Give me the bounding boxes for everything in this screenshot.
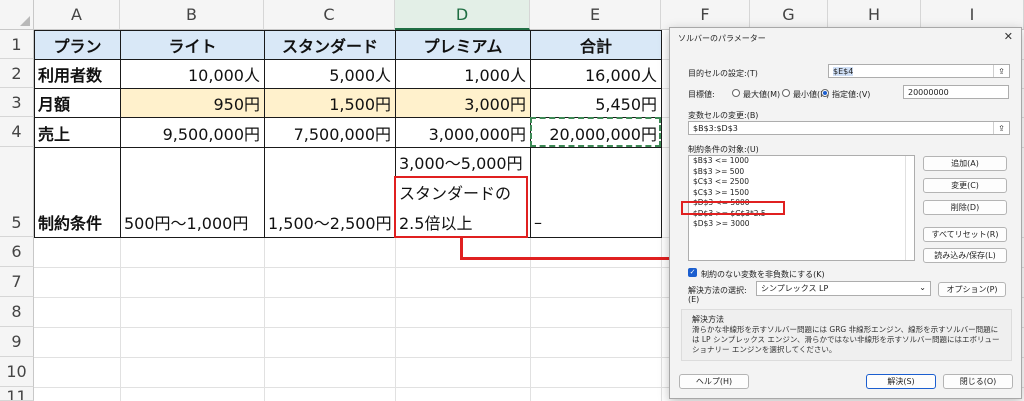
method-select[interactable]: シンプレックス LP ⌄ xyxy=(756,281,931,296)
radio-max[interactable] xyxy=(732,89,740,97)
cell-b1[interactable]: ライト xyxy=(121,31,264,59)
cell-a4[interactable]: 売上 xyxy=(35,118,120,147)
constraint-item[interactable]: $B$3 >= 500 xyxy=(689,167,914,178)
cell-d2[interactable]: 1,000人 xyxy=(396,60,530,88)
variable-cells-value: $B$3:$D$3 xyxy=(693,123,738,133)
cell-c1[interactable]: スタンダード xyxy=(265,31,395,59)
cell-a5[interactable]: 制約条件 xyxy=(35,208,120,236)
constraint-item[interactable]: $C$3 >= 1500 xyxy=(689,188,914,199)
reset-all-button[interactable]: すべてリセット(R) xyxy=(923,227,1007,242)
column-header-f[interactable]: F xyxy=(661,0,750,30)
cell-d1[interactable]: プレミアム xyxy=(396,31,530,59)
constraint-item[interactable]: $C$3 <= 2500 xyxy=(689,177,914,188)
table-border xyxy=(34,59,662,60)
table-border xyxy=(120,30,121,237)
solve-button[interactable]: 解決(S) xyxy=(866,374,936,389)
cell-d5-line1[interactable]: 3,000〜5,000円 xyxy=(396,148,530,176)
nonnegative-checkbox[interactable]: ✓ xyxy=(688,268,697,277)
method-label-key: (E) xyxy=(688,295,700,304)
solver-parameters-dialog: ソルバーのパラメーター ✕ 目的セルの設定:(T) $E$4 ⇪ 目標値: 最大… xyxy=(669,27,1022,399)
cell-b5[interactable]: 500円〜1,000円 xyxy=(121,208,264,236)
row-header-4[interactable]: 4 xyxy=(0,117,34,147)
load-save-button[interactable]: 読み込み/保存(L) xyxy=(923,248,1007,263)
cell-c3[interactable]: 1,500円 xyxy=(265,89,395,117)
column-header-e[interactable]: E xyxy=(530,0,661,30)
column-header-a[interactable]: A xyxy=(34,0,120,30)
radio-value[interactable] xyxy=(821,89,829,97)
nonnegative-label: 制約のない変数を非負数にする(K) xyxy=(701,270,825,279)
objective-cell-field[interactable]: $E$4 ⇪ xyxy=(828,64,1010,78)
row-header-9[interactable]: 9 xyxy=(0,327,34,357)
row-header-8[interactable]: 8 xyxy=(0,297,34,327)
highlight-box-constraint xyxy=(681,201,785,215)
change-button[interactable]: 変更(C) xyxy=(923,178,1007,193)
highlight-box-d5 xyxy=(394,176,528,238)
column-header-i[interactable]: I xyxy=(921,0,1024,30)
row-header-11[interactable]: 11 xyxy=(0,387,34,401)
cell-c4[interactable]: 7,500,000円 xyxy=(265,118,395,147)
gridline xyxy=(661,30,662,401)
cell-a3[interactable]: 月額 xyxy=(35,89,120,117)
target-value-input[interactable]: 20000000 xyxy=(903,85,1009,99)
cell-b3[interactable]: 950円 xyxy=(121,89,264,117)
collapse-dialog-icon[interactable]: ⇪ xyxy=(993,122,1009,134)
cell-b4[interactable]: 9,500,000円 xyxy=(121,118,264,147)
cell-e3[interactable]: 5,450円 xyxy=(531,89,661,117)
variable-cells-label: 変数セルの変更:(B) xyxy=(688,111,759,120)
cell-d4[interactable]: 3,000,000円 xyxy=(396,118,530,147)
cell-a1[interactable]: プラン xyxy=(35,31,120,59)
cell-c5[interactable]: 1,500〜2,500円 xyxy=(265,208,395,236)
cell-e5[interactable]: – xyxy=(531,208,661,236)
row-header-5[interactable]: 5 xyxy=(0,147,34,237)
close-icon[interactable]: ✕ xyxy=(1004,30,1013,43)
objective-label: 目的セルの設定:(T) xyxy=(688,69,758,78)
cell-c2[interactable]: 5,000人 xyxy=(265,60,395,88)
chevron-down-icon: ⌄ xyxy=(919,283,926,292)
column-header-h[interactable]: H xyxy=(828,0,921,30)
row-header-3[interactable]: 3 xyxy=(0,88,34,117)
column-header-c[interactable]: C xyxy=(264,0,395,30)
copy-selection-marquee xyxy=(530,117,661,147)
variable-cells-field[interactable]: $B$3:$D$3 ⇪ xyxy=(688,121,1010,135)
add-button[interactable]: 追加(A) xyxy=(923,156,1007,171)
constraints-scrollbar[interactable] xyxy=(905,156,914,260)
options-button[interactable]: オプション(P) xyxy=(938,282,1006,297)
radio-max-label: 最大値(M) xyxy=(743,90,781,99)
cell-a2[interactable]: 利用者数 xyxy=(35,60,120,88)
table-border xyxy=(34,88,662,89)
row-header-6[interactable]: 6 xyxy=(0,237,34,267)
select-all-corner[interactable] xyxy=(0,0,34,30)
constraints-label: 制約条件の対象:(U) xyxy=(688,145,759,154)
target-label: 目標値: xyxy=(688,90,715,99)
help-button[interactable]: ヘルプ(H) xyxy=(679,374,749,389)
row-header-1[interactable]: 1 xyxy=(0,30,34,59)
radio-min[interactable] xyxy=(782,89,790,97)
cell-e1[interactable]: 合計 xyxy=(531,31,661,59)
radio-value-label: 指定値:(V) xyxy=(832,90,871,99)
dialog-title: ソルバーのパラメーター xyxy=(678,34,766,43)
description-text: 滑らかな非線形を示すソルバー問題には GRG 非線形エンジン、線形を示すソルバー… xyxy=(692,325,1000,354)
table-border xyxy=(264,30,265,237)
delete-button[interactable]: 削除(D) xyxy=(923,200,1007,215)
row-header-2[interactable]: 2 xyxy=(0,59,34,88)
column-header-g[interactable]: G xyxy=(750,0,828,30)
constraint-item[interactable]: $D$3 >= 3000 xyxy=(689,219,914,230)
column-header-b[interactable]: B xyxy=(120,0,264,30)
collapse-dialog-icon[interactable]: ⇪ xyxy=(993,65,1009,77)
method-value: シンプレックス LP xyxy=(761,284,829,293)
row-header-10[interactable]: 10 xyxy=(0,357,34,387)
description-title: 解決方法 xyxy=(692,315,724,324)
cell-b2[interactable]: 10,000人 xyxy=(121,60,264,88)
objective-cell-value: $E$4 xyxy=(833,66,854,76)
constraint-item[interactable]: $B$3 <= 1000 xyxy=(689,156,914,167)
column-header-d[interactable]: D xyxy=(395,0,530,30)
table-border xyxy=(34,147,662,148)
cell-e2[interactable]: 16,000人 xyxy=(531,60,661,88)
row-header-7[interactable]: 7 xyxy=(0,267,34,297)
close-button[interactable]: 閉じる(O) xyxy=(943,374,1013,389)
cell-d3[interactable]: 3,000円 xyxy=(396,89,530,117)
